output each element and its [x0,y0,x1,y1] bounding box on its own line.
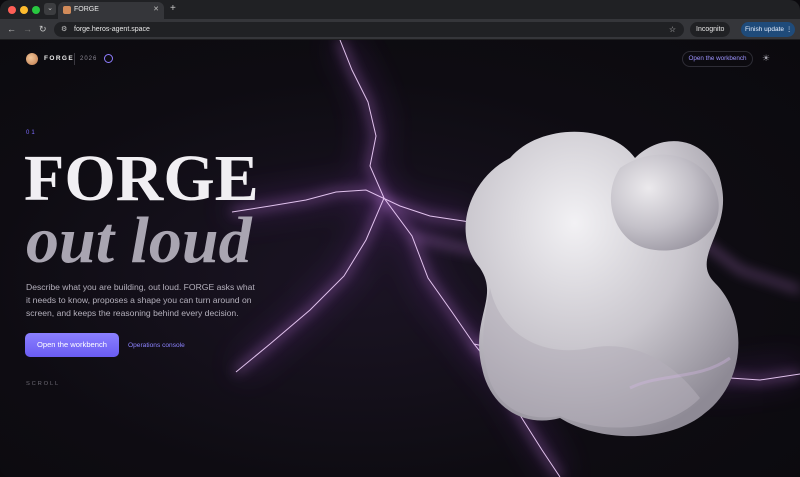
minimize-window-button[interactable] [20,6,28,14]
new-tab-button[interactable]: + [170,2,176,16]
incognito-badge[interactable]: Incognito [690,22,731,37]
brand-avatar-logo[interactable] [26,53,38,65]
section-number: 01 [26,130,37,136]
reload-icon[interactable]: ↻ [39,23,47,35]
open-workbench-button[interactable]: Open the workbench [25,333,119,357]
browser-window: ⌄ FORGE ✕ + ← → ↻ ⚙ forge.heros-agent.sp… [0,0,800,477]
3d-blob-shape[interactable] [430,118,770,448]
scroll-hint: SCROLL [26,381,60,387]
brand-year: 2026 [80,56,98,62]
open-workbench-nav-button[interactable]: Open the workbench [682,51,753,67]
bookmark-star-icon[interactable]: ☆ [669,24,676,35]
url-text[interactable]: forge.heros-agent.space [74,24,150,35]
browser-toolbar: ← → ↻ ⚙ forge.heros-agent.space ☆ Incogn… [0,19,800,40]
finish-update-button[interactable]: Finish update ⋮ [741,22,795,37]
github-icon[interactable] [104,54,113,63]
hero-subtitle: out loud [26,204,252,277]
theme-toggle-icon[interactable]: ☀ [762,53,770,64]
favicon-icon [63,6,71,14]
page-content: FORGE 2026 Open the workbench ☀ 01 FORGE… [0,40,800,477]
brand-divider [74,53,75,65]
back-icon[interactable]: ← [7,23,16,35]
forward-icon[interactable]: → [23,23,32,35]
brand-name[interactable]: FORGE [44,54,74,64]
tab-title: FORGE [74,6,99,13]
tab-search-icon[interactable]: ⌄ [44,3,56,15]
site-info-icon[interactable]: ⚙ [61,24,67,35]
hero-description: Describe what you are building, out loud… [26,282,255,318]
close-window-button[interactable] [8,6,16,14]
maximize-window-button[interactable] [32,6,40,14]
tab-forge[interactable]: FORGE ✕ [58,2,164,19]
operations-console-link[interactable]: Operations console [128,341,185,350]
tab-close-icon[interactable]: ✕ [153,5,159,15]
tab-strip: ⌄ FORGE ✕ + [0,0,800,19]
address-bar[interactable]: ⚙ forge.heros-agent.space ☆ [54,22,684,37]
